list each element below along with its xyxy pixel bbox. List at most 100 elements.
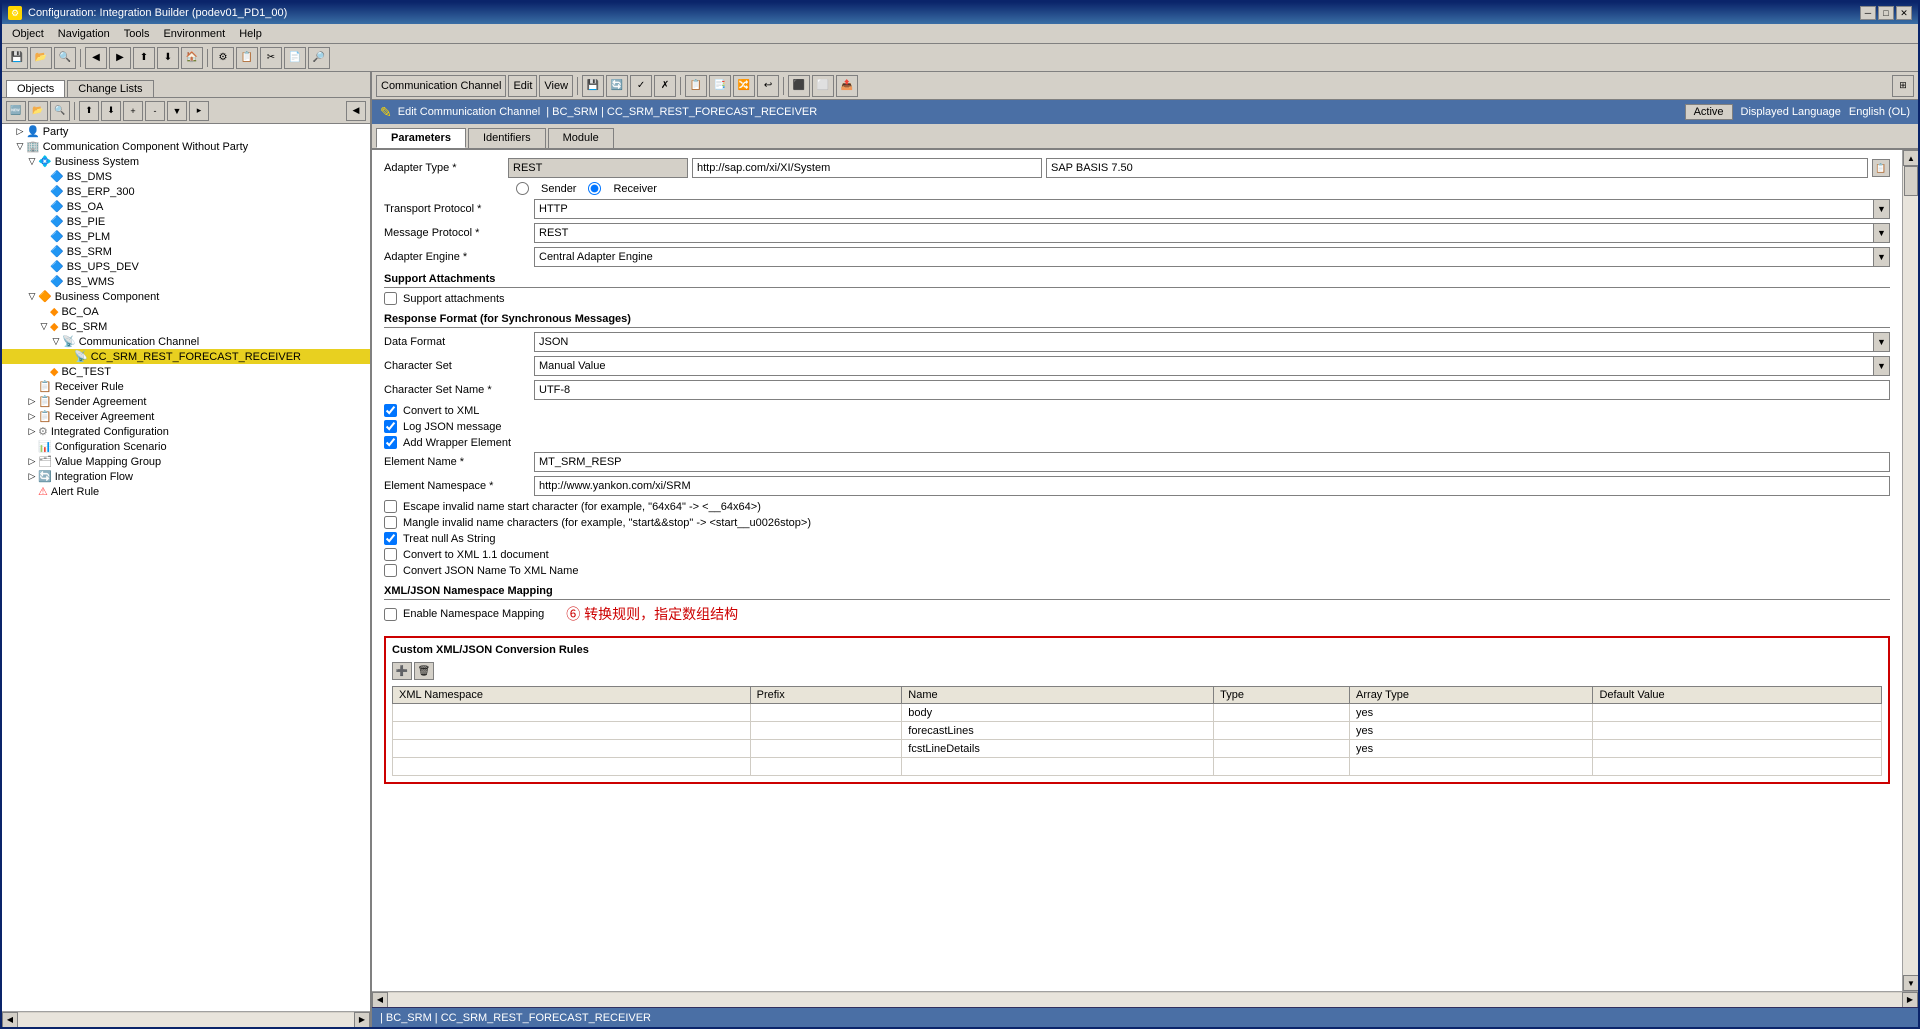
right-toolbar-btn8[interactable]: ↩ [757,75,779,97]
adapter-url-input[interactable] [692,158,1042,178]
right-toolbar-btn10[interactable]: ⬜ [812,75,834,97]
left-toolbar-filter[interactable]: ▼ [167,101,187,121]
adapter-type-input[interactable] [508,158,688,178]
scroll-down-btn[interactable]: ▼ [1903,975,1918,991]
table-delete-btn[interactable]: 🗑 [414,662,434,680]
tree-item-bc-test[interactable]: ◆ BC_TEST [2,364,370,379]
character-set-select[interactable]: Manual Value [534,356,1874,376]
right-toolbar-btn9[interactable]: ⬛ [788,75,810,97]
tree-toggle-bc[interactable]: ▽ [26,291,38,302]
character-set-name-input[interactable] [534,380,1890,400]
tree-item-bs-srm[interactable]: 🔷 BS_SRM [2,244,370,259]
element-name-input[interactable] [534,452,1890,472]
add-wrapper-checkbox[interactable] [384,436,397,449]
left-toolbar-up[interactable]: ⬆ [79,101,99,121]
menu-environment[interactable]: Environment [157,26,231,42]
tree-item-sender-agreement[interactable]: ▷ 📋 Sender Agreement [2,394,370,409]
toolbar-btn-11[interactable]: ✂ [260,47,282,69]
left-toolbar-collapse-panel[interactable]: ◀ [346,101,366,121]
toolbar-btn-9[interactable]: ⚙ [212,47,234,69]
toolbar-btn-4[interactable]: ◀ [85,47,107,69]
tree-item-bc-oa[interactable]: ◆ BC_OA [2,304,370,319]
toolbar-btn-12[interactable]: 📄 [284,47,306,69]
escape-invalid-checkbox[interactable] [384,500,397,513]
message-protocol-select[interactable]: REST [534,223,1874,243]
close-button[interactable]: ✕ [1896,6,1912,20]
tree-item-receiver-rule[interactable]: 📋 Receiver Rule [2,379,370,394]
tree-toggle-ic[interactable]: ▷ [26,426,38,437]
tree-toggle-vm[interactable]: ▷ [26,456,38,467]
tree-item-integration-flow[interactable]: ▷ 🔄 Integration Flow [2,469,370,484]
left-toolbar-new[interactable]: 🆕 [6,101,26,121]
tree-item-bc-srm[interactable]: ▽ ◆ BC_SRM [2,319,370,334]
adapter-engine-select[interactable]: Central Adapter Engine [534,247,1874,267]
scroll-left-right-btn[interactable]: ◀ [372,992,388,1008]
left-toolbar-down[interactable]: ⬇ [101,101,121,121]
tree-toggle-sa[interactable]: ▷ [26,396,38,407]
tree-item-bs-pie[interactable]: 🔷 BS_PIE [2,214,370,229]
restore-button[interactable]: □ [1878,6,1894,20]
tree-toggle-ra[interactable]: ▷ [26,411,38,422]
tree-item-comm-comp[interactable]: ▽ 🏢 Communication Component Without Part… [2,139,370,154]
scroll-right-right-btn[interactable]: ▶ [1902,992,1918,1008]
data-format-arrow[interactable]: ▼ [1874,332,1890,352]
tab-parameters[interactable]: Parameters [376,128,466,148]
toolbar-btn-7[interactable]: ⬇ [157,47,179,69]
tab-objects[interactable]: Objects [6,80,65,97]
support-attachments-checkbox[interactable] [384,292,397,305]
tree-item-business-system[interactable]: ▽ 💠 Business System [2,154,370,169]
toolbar-btn-5[interactable]: ▶ [109,47,131,69]
minimize-button[interactable]: ─ [1860,6,1876,20]
menu-object[interactable]: Object [6,26,50,42]
toolbar-btn-2[interactable]: 📂 [30,47,52,69]
menu-navigation[interactable]: Navigation [52,26,116,42]
tree-item-config-scenario[interactable]: 📊 Configuration Scenario [2,439,370,454]
right-toolbar-save[interactable]: 💾 [582,75,604,97]
menu-tools[interactable]: Tools [118,26,156,42]
log-json-checkbox[interactable] [384,420,397,433]
right-toolbar-btn6[interactable]: 📑 [709,75,731,97]
convert-json-name-checkbox[interactable] [384,564,397,577]
menu-view[interactable]: View [539,75,573,97]
tree-item-bs-ups[interactable]: 🔷 BS_UPS_DEV [2,259,370,274]
tree-item-bs-dms[interactable]: 🔷 BS_DMS [2,169,370,184]
treat-null-checkbox[interactable] [384,532,397,545]
tree-toggle-bs[interactable]: ▽ [26,156,38,167]
toolbar-btn-13[interactable]: 🔎 [308,47,330,69]
toolbar-btn-8[interactable]: 🏠 [181,47,203,69]
tree-item-party[interactable]: ▷ 👤 Party [2,124,370,139]
right-toolbar-btn3[interactable]: ✓ [630,75,652,97]
right-toolbar-btn5[interactable]: 📋 [685,75,707,97]
left-toolbar-more[interactable]: ▸ [189,101,209,121]
toolbar-btn-1[interactable]: 💾 [6,47,28,69]
data-format-select[interactable]: JSON [534,332,1874,352]
toolbar-btn-6[interactable]: ⬆ [133,47,155,69]
left-toolbar-expand[interactable]: + [123,101,143,121]
tree-toggle-cc[interactable]: ▽ [50,336,62,347]
tree-item-bs-erp[interactable]: 🔷 BS_ERP_300 [2,184,370,199]
convert-xml-checkbox[interactable] [384,404,397,417]
tab-identifiers[interactable]: Identifiers [468,128,546,148]
menu-edit[interactable]: Edit [508,75,537,97]
element-namespace-input[interactable] [534,476,1890,496]
mangle-invalid-checkbox[interactable] [384,516,397,529]
adapter-engine-arrow[interactable]: ▼ [1874,247,1890,267]
tree-toggle-bc-srm[interactable]: ▽ [38,321,50,332]
scroll-up-btn[interactable]: ▲ [1903,150,1918,166]
copy-btn[interactable]: 📋 [1872,159,1890,177]
scroll-left-btn[interactable]: ◀ [2,1012,18,1028]
receiver-radio[interactable] [588,182,601,195]
tree-item-business-component[interactable]: ▽ 🔶 Business Component [2,289,370,304]
tree-item-comm-channel[interactable]: ▽ 📡 Communication Channel [2,334,370,349]
left-toolbar-search[interactable]: 🔍 [50,101,70,121]
toolbar-btn-10[interactable]: 📋 [236,47,258,69]
transport-protocol-select[interactable]: HTTP [534,199,1874,219]
left-toolbar-collapse[interactable]: - [145,101,165,121]
transport-protocol-arrow[interactable]: ▼ [1874,199,1890,219]
tree-item-bs-wms[interactable]: 🔷 BS_WMS [2,274,370,289]
tree-item-alert-rule[interactable]: ⚠ Alert Rule [2,484,370,499]
menu-comm-channel[interactable]: Communication Channel [376,75,506,97]
adapter-basis-input[interactable] [1046,158,1868,178]
left-toolbar-open[interactable]: 📂 [28,101,48,121]
convert-xml11-checkbox[interactable] [384,548,397,561]
